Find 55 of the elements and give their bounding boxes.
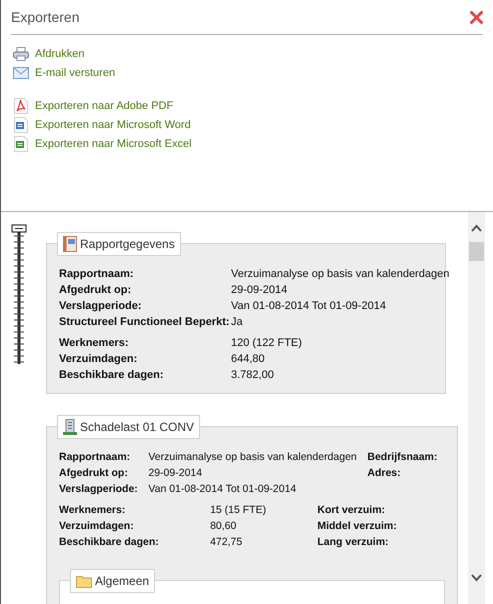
field-label: Middel verzuim: <box>317 519 398 534</box>
field-label: Rapportnaam: <box>59 267 135 282</box>
notebook-icon <box>63 236 77 252</box>
field-value: Verzuimanalyse op basis van kalenderdagen <box>231 267 450 282</box>
word-file-icon <box>14 117 28 133</box>
field-value: Verzuimanalyse op basis van kalenderdagen <box>148 450 358 465</box>
field-label: Adres: <box>367 466 402 481</box>
field-label: Verzuimdagen: <box>59 519 135 534</box>
field-label: Verslagperiode: <box>59 299 143 314</box>
zoom-slider[interactable] <box>11 224 27 366</box>
pdf-file-icon <box>14 98 28 114</box>
building-icon <box>63 419 77 435</box>
field-label: Beschikbare dagen: <box>59 368 165 383</box>
field-label: Structureel Functioneel Beperkt: <box>59 315 231 330</box>
field-value: Ja <box>231 315 244 330</box>
folder-icon <box>76 574 92 588</box>
field-label: Verzuimdagen: <box>59 352 138 367</box>
field-value: 29-09-2014 <box>231 283 288 298</box>
action-link[interactable]: Exporteren naar Adobe PDF <box>35 98 174 114</box>
scroll-thumb[interactable] <box>469 242 484 261</box>
field-value: Van 01-08-2014 Tot 01-09-2014 <box>148 482 298 497</box>
scrollbar[interactable] <box>468 212 485 604</box>
action-link[interactable]: Exporteren naar Microsoft Excel <box>35 136 192 152</box>
field-label: Werknemers: <box>59 503 126 518</box>
field-value: 644,80 <box>231 352 266 367</box>
field-value: 120 (122 FTE) <box>231 336 303 351</box>
excel-file-icon <box>14 136 28 152</box>
field-value: 15 (15 FTE) <box>210 503 268 518</box>
field-label: Rapportnaam: <box>59 450 132 465</box>
field-value: 80,60 <box>210 519 238 534</box>
field-label: Verslagperiode: <box>59 482 139 497</box>
action-link[interactable]: Exporteren naar Microsoft Word <box>35 116 191 134</box>
scroll-down-icon[interactable] <box>471 574 482 582</box>
field-label: Bedrijfsnaam: <box>367 450 438 465</box>
printer-icon <box>13 47 29 61</box>
field-value: 3.782,00 <box>231 368 275 383</box>
envelope-icon <box>13 67 29 79</box>
panel-title: Rapportgegevens <box>80 236 175 253</box>
panel-title: Algemeen <box>95 573 150 590</box>
field-value: Van 01-08-2014 Tot 01-09-2014 <box>231 299 387 314</box>
field-value: 29-09-2014 <box>148 466 204 481</box>
field-value: 472,75 <box>210 535 244 550</box>
action-link[interactable]: Afdrukken <box>35 46 85 62</box>
panel-title: Schadelast 01 CONV <box>80 419 194 436</box>
action-link[interactable]: E-mail versturen <box>35 64 116 82</box>
slider-thumb[interactable] <box>12 224 26 232</box>
field-label: Werknemers: <box>59 336 130 351</box>
field-label: Afgedrukt op: <box>59 466 129 481</box>
scroll-up-icon[interactable] <box>471 224 482 232</box>
close-icon[interactable] <box>469 10 483 24</box>
field-label: Lang verzuim: <box>317 535 390 550</box>
field-label: Beschikbare dagen: <box>59 535 160 550</box>
field-label: Kort verzuim: <box>317 503 386 518</box>
window-title: Exporteren <box>11 8 80 27</box>
field-label: Afgedrukt op: <box>59 283 132 298</box>
